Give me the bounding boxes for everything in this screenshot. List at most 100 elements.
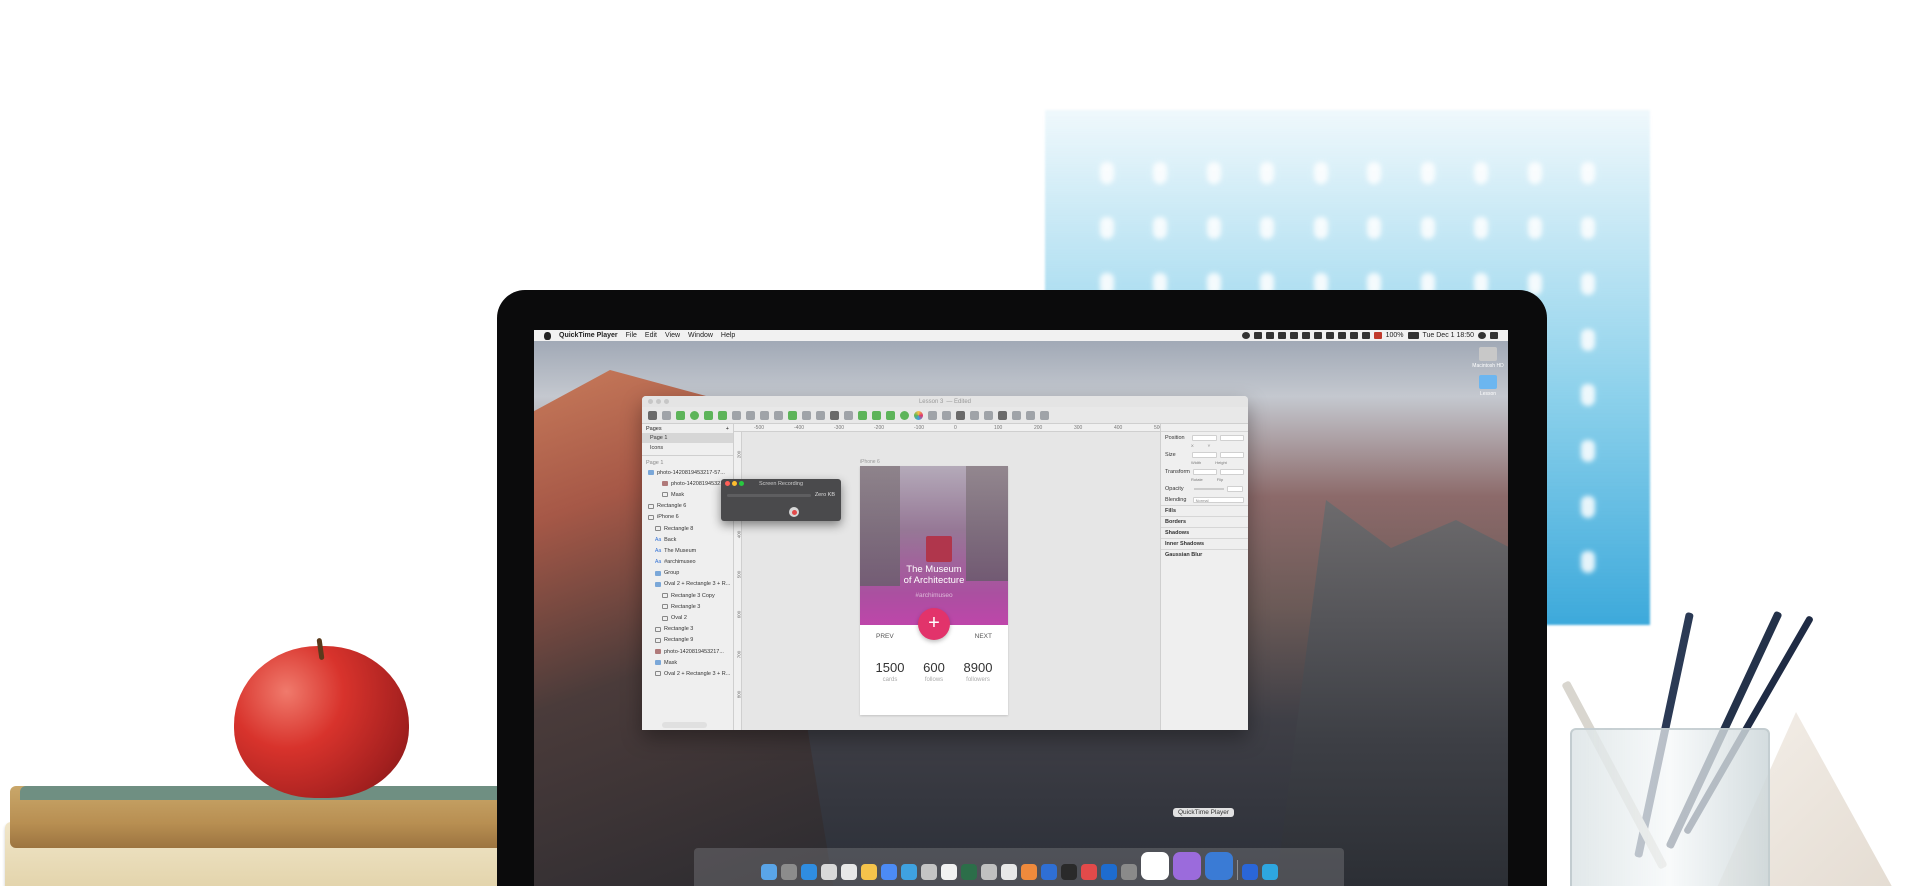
recording-titlebar[interactable]: Screen Recording	[721, 479, 841, 488]
skype-icon[interactable]	[1100, 864, 1117, 880]
next-button[interactable]: NEXT	[975, 633, 992, 640]
notes-icon[interactable]	[860, 864, 877, 880]
chrome-icon[interactable]	[880, 864, 897, 880]
bluetooth-icon[interactable]	[1349, 332, 1358, 339]
mask-icon[interactable]	[802, 410, 811, 420]
trash-icon[interactable]	[1261, 864, 1278, 880]
color-picker-icon[interactable]	[914, 410, 923, 420]
layer-row[interactable]: Oval 2 + Rectangle 3 + R...	[642, 579, 733, 590]
opacity-field[interactable]	[1227, 485, 1243, 492]
terminal-icon[interactable]	[960, 864, 977, 880]
layer-row[interactable]: Rectangle 8	[642, 523, 733, 534]
mirror-icon[interactable]	[984, 410, 993, 420]
settings-icon[interactable]	[1241, 864, 1258, 880]
view-icon[interactable]	[1012, 410, 1021, 420]
add-page-icon[interactable]: +	[726, 426, 729, 432]
union-icon[interactable]	[886, 410, 895, 420]
spotlight-icon[interactable]	[1478, 332, 1486, 339]
x-field[interactable]	[1192, 434, 1217, 441]
flag-icon[interactable]	[1373, 332, 1382, 339]
layer-row[interactable]: Aa The Museum	[642, 545, 733, 556]
apple-menu-icon[interactable]	[544, 331, 551, 340]
create-symbol-icon[interactable]	[788, 410, 797, 420]
layer-row[interactable]: Oval 2 + Rectangle 3 + R...	[642, 668, 733, 679]
layer-row[interactable]: photo-1420819453217...	[642, 646, 733, 657]
menu-app-name[interactable]: QuickTime Player	[559, 332, 618, 339]
image-icon[interactable]	[662, 410, 671, 420]
status-icon[interactable]	[1241, 332, 1250, 339]
volume-icon[interactable]	[1361, 332, 1370, 339]
photos-icon[interactable]	[1000, 864, 1017, 880]
transform-icon[interactable]	[844, 410, 853, 420]
rotate-field[interactable]	[1192, 468, 1217, 475]
window-titlebar[interactable]: Lesson 3 — Edited	[642, 396, 1248, 407]
opacity-slider[interactable]	[1194, 487, 1224, 490]
layer-row[interactable]: Rectangle 6	[642, 501, 733, 512]
wifi-icon[interactable]	[1337, 332, 1346, 339]
y-field[interactable]	[1219, 434, 1244, 441]
status-icon[interactable]	[1289, 332, 1298, 339]
page-item[interactable]: Icons	[642, 443, 733, 453]
menu-window[interactable]: Window	[688, 332, 713, 339]
battery-percent[interactable]: 100%	[1386, 332, 1404, 339]
rotate-icon[interactable]	[858, 410, 867, 420]
layer-row[interactable]: Aa #archimuseo	[642, 557, 733, 568]
status-icon[interactable]	[1277, 332, 1286, 339]
safari-icon[interactable]	[800, 864, 817, 880]
artboard-label[interactable]: iPhone 6	[860, 459, 880, 465]
calendar-icon[interactable]	[840, 864, 857, 880]
oval-tool-icon[interactable]	[690, 410, 699, 420]
height-field[interactable]	[1219, 451, 1244, 458]
hard-drive-icon[interactable]	[1479, 347, 1497, 361]
status-icon[interactable]	[1325, 332, 1334, 339]
zoom-button[interactable]	[739, 481, 744, 486]
cloud-icon[interactable]	[998, 410, 1007, 420]
shadows-section[interactable]: Shadows	[1161, 527, 1248, 538]
layer-row[interactable]: Mask	[642, 489, 733, 500]
layer-row[interactable]: Rectangle 3	[642, 624, 733, 635]
layer-search-input[interactable]	[662, 722, 707, 728]
export-icon[interactable]	[1026, 410, 1035, 420]
layer-row[interactable]: iPhone 6	[642, 512, 733, 523]
fills-section[interactable]: Fills	[1161, 505, 1248, 516]
subtract-icon[interactable]	[928, 410, 937, 420]
insert-icon[interactable]	[648, 410, 657, 420]
canvas[interactable]: -500 -400 -300 -200 -100 0 100 200 300 400 500 200…	[734, 424, 1162, 730]
contacts-icon[interactable]	[820, 864, 837, 880]
battery-icon[interactable]	[1407, 332, 1419, 339]
shape-tool-icon[interactable]	[704, 410, 713, 420]
layer-row[interactable]: Group	[642, 568, 733, 579]
rounded-rect-tool-icon[interactable]	[718, 410, 727, 420]
blending-select[interactable]: Normal	[1192, 496, 1244, 503]
record-button[interactable]	[789, 507, 799, 517]
finder-icon[interactable]	[760, 864, 777, 880]
app-store-icon[interactable]	[900, 864, 917, 880]
zoom-icon[interactable]	[816, 410, 825, 420]
rectangle-tool-icon[interactable]	[676, 410, 685, 420]
menu-help[interactable]: Help	[721, 332, 735, 339]
layer-row[interactable]: Rectangle 3 Copy	[642, 590, 733, 601]
layer-row[interactable]: Rectangle 9	[642, 635, 733, 646]
zoom-button[interactable]	[664, 399, 669, 404]
launchpad-icon[interactable]	[780, 864, 797, 880]
layout-icon[interactable]	[1040, 410, 1049, 420]
forward-icon[interactable]	[956, 410, 965, 420]
status-icon[interactable]	[1265, 332, 1274, 339]
minimize-button[interactable]	[732, 481, 737, 486]
menu-clock[interactable]: Tue Dec 1 18:50	[1423, 332, 1475, 339]
edit-icon[interactable]	[830, 410, 839, 420]
status-icon[interactable]	[1253, 332, 1262, 339]
minimize-button[interactable]	[656, 399, 661, 404]
illustrator-icon[interactable]	[1060, 864, 1077, 880]
menu-view[interactable]: View	[665, 332, 680, 339]
menu-file[interactable]: File	[626, 332, 637, 339]
notification-center-icon[interactable]	[1490, 332, 1498, 339]
system-icon[interactable]	[920, 864, 937, 880]
backward-icon[interactable]	[970, 410, 979, 420]
pencil-tool-icon[interactable]	[732, 410, 741, 420]
color-icon[interactable]	[900, 410, 909, 420]
downloads-icon[interactable]	[1120, 864, 1137, 880]
inner-shadows-section[interactable]: Inner Shadows	[1161, 538, 1248, 549]
status-icon[interactable]	[1313, 332, 1322, 339]
group-icon[interactable]	[760, 410, 769, 420]
